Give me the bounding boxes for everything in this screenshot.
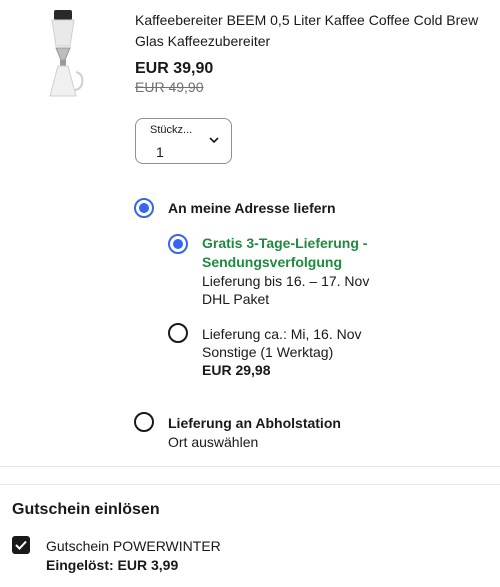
coupon-checkbox[interactable] [12, 536, 30, 554]
quantity-select[interactable]: Stückz... 1 [135, 118, 232, 164]
checkmark-icon [15, 540, 27, 550]
radio-express-delivery[interactable] [168, 323, 188, 343]
section-divider [0, 466, 500, 467]
free-delivery-carrier: DHL Paket [202, 291, 270, 307]
coupon-heading: Gutschein einlösen [12, 501, 160, 518]
express-delivery-carrier: Sonstige (1 Werktag) [202, 344, 334, 360]
express-delivery-price: EUR 29,98 [202, 362, 271, 378]
original-price: EUR 49,90 [135, 79, 204, 95]
chevron-down-icon [209, 137, 219, 144]
radio-home-delivery[interactable] [134, 198, 154, 218]
coupon-applied-amount: Eingelöst: EUR 3,99 [46, 557, 179, 573]
product-price: EUR 39,90 [135, 60, 214, 77]
home-delivery-label[interactable]: An meine Adresse liefern [168, 199, 336, 218]
quantity-label: Stückz... [150, 124, 193, 136]
pickup-location-link[interactable]: Ort auswählen [168, 433, 258, 452]
radio-free-delivery[interactable] [168, 234, 188, 254]
pickup-delivery-label[interactable]: Lieferung an Abholstation [168, 414, 341, 433]
free-delivery-title[interactable]: Gratis 3-Tage-Lieferung - Sendungsverfol… [202, 234, 402, 272]
product-image [38, 8, 88, 100]
express-delivery-date[interactable]: Lieferung ca.: Mi, 16. Nov [202, 325, 362, 344]
quantity-value: 1 [156, 144, 164, 160]
product-title[interactable]: Kaffeebereiter BEEM 0,5 Liter Kaffee Cof… [135, 10, 490, 52]
cold-brew-maker-image [49, 10, 84, 97]
section-divider [0, 484, 500, 485]
coupon-name: Gutschein POWERWINTER [46, 538, 221, 554]
radio-pickup-delivery[interactable] [134, 412, 154, 432]
free-delivery-date: Lieferung bis 16. – 17. Nov [202, 273, 370, 289]
